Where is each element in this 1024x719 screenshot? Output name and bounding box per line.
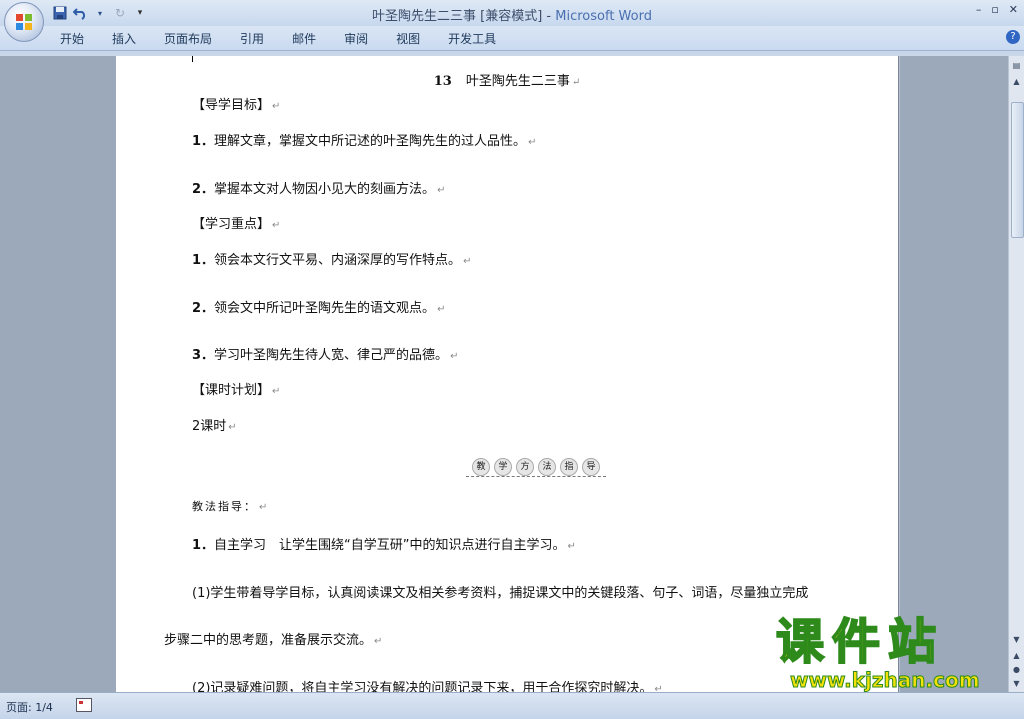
- teaching-method-banner: 教 学 方 法 指 导: [466, 458, 606, 477]
- document-name: 叶圣陶先生二三事 [兼容模式]: [372, 9, 543, 24]
- tab-mailings[interactable]: 邮件: [292, 30, 316, 47]
- previous-page-icon[interactable]: ▲: [1011, 650, 1022, 662]
- office-button[interactable]: [4, 2, 44, 42]
- tab-view[interactable]: 视图: [396, 30, 420, 47]
- heading-number: 13: [433, 74, 452, 89]
- paragraph-2: (2)记录疑难问题，将自主学习没有解决的问题记录下来，用于合作探究时解决。 ↵: [192, 681, 663, 692]
- paragraph-1-line-2: 步骤二中的思考题，准备展示交流。 ↵: [164, 633, 383, 648]
- vertical-scrollbar[interactable]: ▤ ▲ ▼ ▲ ● ▼: [1008, 56, 1024, 692]
- tab-references[interactable]: 引用: [240, 30, 264, 47]
- ribbon-tab-list: 开始 插入 页面布局 引用 邮件 审阅 视图 开发工具: [60, 30, 524, 47]
- status-bar: 页面: 1/4: [0, 692, 1024, 719]
- tab-home[interactable]: 开始: [60, 30, 84, 47]
- method-label: 教法指导： ↵: [192, 500, 270, 513]
- close-icon[interactable]: ✕: [1009, 3, 1018, 16]
- document-page[interactable]: 13 叶圣陶先生二三事 ↵ 【导学目标】 ↵ 1．理解文章，掌握文中所记述的叶圣陶先生…: [116, 56, 898, 692]
- section-heading-goals: 【导学目标】 ↵: [192, 98, 281, 113]
- scroll-up-icon[interactable]: ▲: [1011, 76, 1022, 88]
- paragraph-1-line-1: (1)学生带着导学目标，认真阅读课文及相关参考资料，捕捉课文中的关键段落、句子、…: [192, 586, 809, 601]
- next-page-icon[interactable]: ▼: [1011, 678, 1022, 690]
- ruler-toggle-icon[interactable]: ▤: [1011, 60, 1022, 72]
- restore-icon[interactable]: ▫: [991, 3, 998, 16]
- text-cursor: [192, 56, 193, 62]
- heading-text: 叶圣陶先生二三事: [465, 74, 570, 89]
- document-heading: 13 叶圣陶先生二三事 ↵: [116, 70, 898, 89]
- watermark-logo-text: 课件站: [775, 614, 945, 670]
- help-icon[interactable]: ?: [1006, 30, 1020, 44]
- step-1-line: 1．自主学习 让学生围绕“自学互研”中的知识点进行自主学习。 ↵: [192, 538, 576, 553]
- goal-item-1: 1．理解文章，掌握文中所记述的叶圣陶先生的过人品性。 ↵: [192, 134, 537, 149]
- watermark-url: www.kjzhan.com: [790, 668, 981, 693]
- office-logo-icon: [16, 14, 32, 30]
- schedule-text: 2课时 ↵: [192, 419, 237, 434]
- goal-item-2: 2．掌握本文对人物因小见大的刻画方法。 ↵: [192, 182, 446, 197]
- title-bar: ▾ ↻ ▾ 叶圣陶先生二三事 [兼容模式] - Microsoft Word –…: [0, 0, 1024, 26]
- browse-object-icon[interactable]: ●: [1011, 664, 1022, 676]
- page-count-status[interactable]: 页面: 1/4: [6, 699, 53, 715]
- window-controls: – ▫ ✕: [976, 3, 1018, 16]
- focus-item-2: 2．领会文中所记叶圣陶先生的语文观点。 ↵: [192, 301, 446, 316]
- app-name: Microsoft Word: [555, 9, 652, 24]
- ribbon-tabs-bar: 开始 插入 页面布局 引用 邮件 审阅 视图 开发工具 ?: [0, 26, 1024, 51]
- section-heading-focus: 【学习重点】 ↵: [192, 217, 281, 232]
- paragraph-mark: ↵: [571, 77, 581, 88]
- tab-insert[interactable]: 插入: [112, 30, 136, 47]
- section-heading-schedule: 【课时计划】 ↵: [192, 383, 281, 398]
- spelling-check-icon[interactable]: [76, 698, 92, 712]
- focus-item-1: 1．领会本文行文平易、内涵深厚的写作特点。 ↵: [192, 253, 472, 268]
- scroll-down-icon[interactable]: ▼: [1011, 634, 1022, 646]
- title-separator: -: [542, 9, 556, 24]
- tab-page-layout[interactable]: 页面布局: [164, 30, 212, 47]
- focus-item-3: 3．学习叶圣陶先生待人宽、律己严的品德。 ↵: [192, 348, 459, 363]
- minimize-icon[interactable]: –: [976, 3, 982, 16]
- scrollbar-thumb[interactable]: [1011, 102, 1024, 238]
- tab-review[interactable]: 审阅: [344, 30, 368, 47]
- tab-developer[interactable]: 开发工具: [448, 30, 496, 47]
- window-title: 叶圣陶先生二三事 [兼容模式] - Microsoft Word: [0, 5, 1024, 24]
